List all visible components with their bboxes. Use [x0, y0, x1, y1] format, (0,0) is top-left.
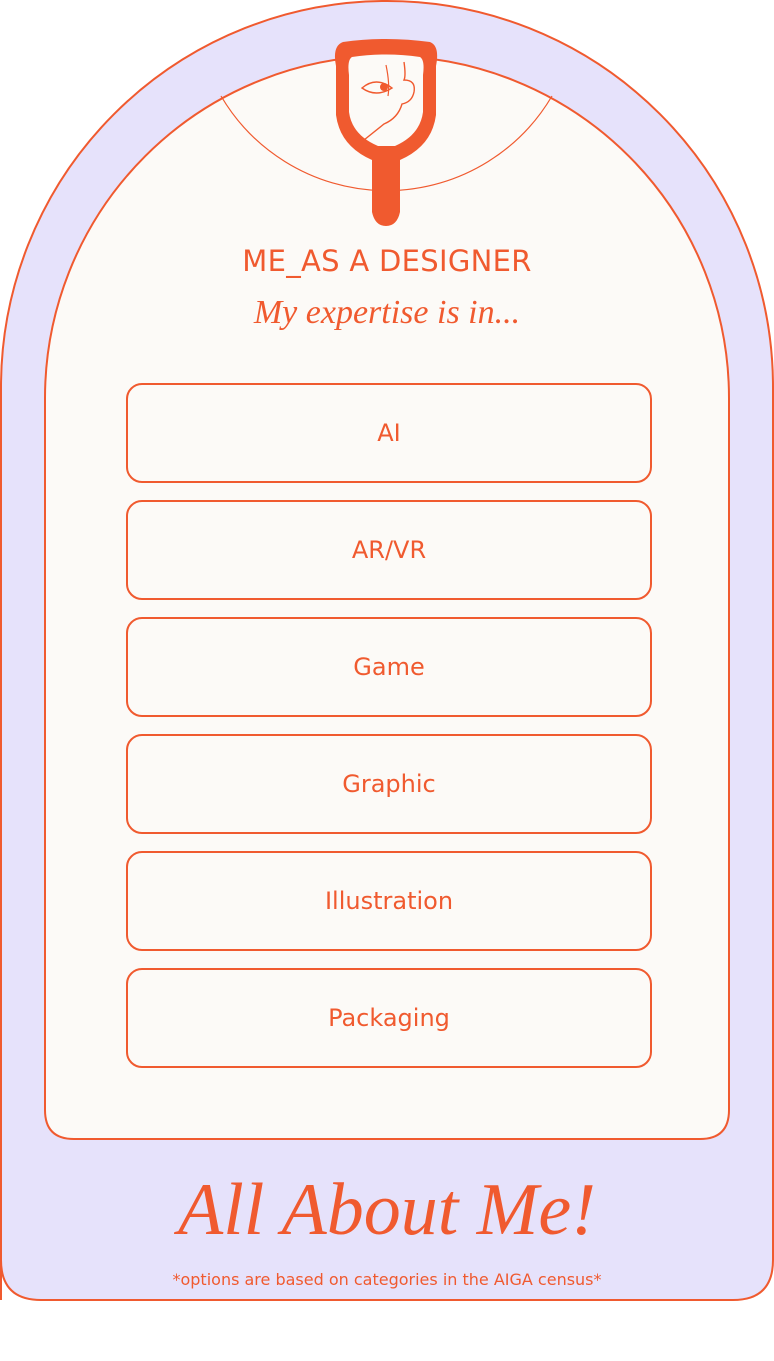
- option-label: AI: [377, 419, 401, 447]
- option-label: Game: [353, 653, 425, 681]
- option-game[interactable]: Game: [126, 617, 652, 717]
- option-graphic[interactable]: Graphic: [126, 734, 652, 834]
- option-label: Graphic: [342, 770, 436, 798]
- section-heading: ME_AS A DESIGNER: [242, 244, 532, 278]
- option-label: Packaging: [328, 1004, 450, 1032]
- option-ai[interactable]: AI: [126, 383, 652, 483]
- option-packaging[interactable]: Packaging: [126, 968, 652, 1068]
- option-label: AR/VR: [351, 536, 427, 564]
- option-label: Illustration: [324, 887, 454, 915]
- footnote: *options are based on categories in the …: [172, 1270, 602, 1289]
- footer-title: All About Me!: [178, 1169, 596, 1251]
- option-illustration[interactable]: Illustration: [126, 851, 652, 951]
- expertise-options: AI AR/VR Game Graphic Illustration Packa…: [126, 383, 652, 1085]
- section-subheading: My expertise is in...: [253, 294, 521, 331]
- option-ar-vr[interactable]: AR/VR: [126, 500, 652, 600]
